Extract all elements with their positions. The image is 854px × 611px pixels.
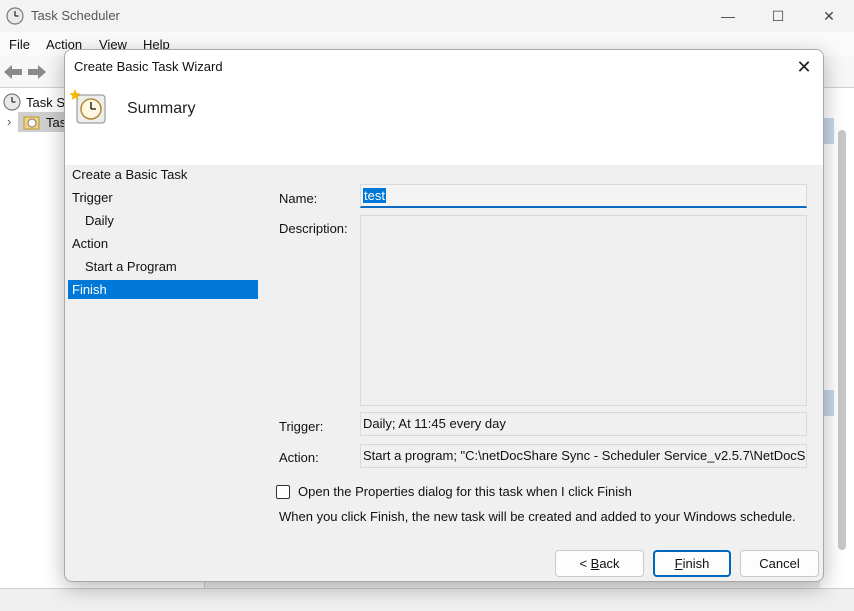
chevron-right-icon[interactable]: › xyxy=(7,114,11,129)
name-label: Name: xyxy=(279,191,318,206)
clock-icon xyxy=(6,7,24,25)
name-value: test xyxy=(363,188,386,203)
finish-info-text: When you click Finish, the new task will… xyxy=(279,509,796,524)
dialog-title: Create Basic Task Wizard xyxy=(74,59,223,74)
step-finish[interactable]: Finish xyxy=(68,280,258,299)
open-properties-row[interactable]: Open the Properties dialog for this task… xyxy=(276,484,632,499)
description-field[interactable] xyxy=(360,215,807,406)
back-button-label: ack xyxy=(599,556,620,571)
close-icon: ✕ xyxy=(796,56,812,77)
minimize-button[interactable]: — xyxy=(705,0,751,32)
dialog-title-bar: Create Basic Task Wizard ✕ xyxy=(65,50,823,83)
step-create-basic-task[interactable]: Create a Basic Task xyxy=(68,165,258,184)
back-button-prefix: < xyxy=(579,556,591,571)
wizard-steps: Create a Basic Task Trigger Daily Action… xyxy=(65,165,265,565)
step-start-a-program[interactable]: Start a Program xyxy=(68,257,258,276)
open-properties-checkbox[interactable] xyxy=(276,484,290,499)
name-field[interactable]: test xyxy=(360,184,807,208)
close-dialog-button[interactable]: ✕ xyxy=(789,52,819,82)
back-button[interactable]: < Back xyxy=(555,550,644,577)
action-value: Start a program; "C:\netDocShare Sync - … xyxy=(363,448,807,463)
action-label: Action: xyxy=(279,450,319,465)
finish-button-label: inish xyxy=(682,556,710,571)
finish-button-mnemonic: F xyxy=(674,556,683,571)
clock-icon xyxy=(3,93,21,111)
create-basic-task-dialog: Create Basic Task Wizard ✕ Summary Creat… xyxy=(64,49,824,582)
open-properties-label[interactable]: Open the Properties dialog for this task… xyxy=(298,484,632,499)
maximize-button[interactable]: ☐ xyxy=(755,0,801,32)
step-action[interactable]: Action xyxy=(68,234,258,253)
back-button-mnemonic: B xyxy=(590,556,600,571)
trigger-label: Trigger: xyxy=(279,419,324,434)
step-daily[interactable]: Daily xyxy=(68,211,258,230)
action-field[interactable]: Start a program; "C:\netDocShare Sync - … xyxy=(360,444,807,468)
step-trigger[interactable]: Trigger xyxy=(68,188,258,207)
status-bar xyxy=(0,588,854,611)
forward-arrow-icon[interactable] xyxy=(26,62,48,82)
menu-file[interactable]: File xyxy=(9,37,30,52)
task-wizard-icon xyxy=(69,89,106,124)
app-title-bar: Task Scheduler — ☐ ✕ xyxy=(0,0,854,32)
dialog-header: Summary xyxy=(65,83,823,165)
back-arrow-icon[interactable] xyxy=(2,62,24,82)
page-heading: Summary xyxy=(127,100,196,117)
scrollbar[interactable] xyxy=(838,130,846,550)
trigger-value: Daily; At 11:45 every day xyxy=(363,416,506,431)
close-window-button[interactable]: ✕ xyxy=(806,0,852,32)
finish-button[interactable]: Finish xyxy=(653,550,731,577)
folder-clock-icon xyxy=(23,116,40,130)
app-title: Task Scheduler xyxy=(31,8,120,23)
trigger-field[interactable]: Daily; At 11:45 every day xyxy=(360,412,807,436)
description-label: Description: xyxy=(279,221,348,236)
actions-pane xyxy=(820,88,854,588)
cancel-button[interactable]: Cancel xyxy=(740,550,819,577)
